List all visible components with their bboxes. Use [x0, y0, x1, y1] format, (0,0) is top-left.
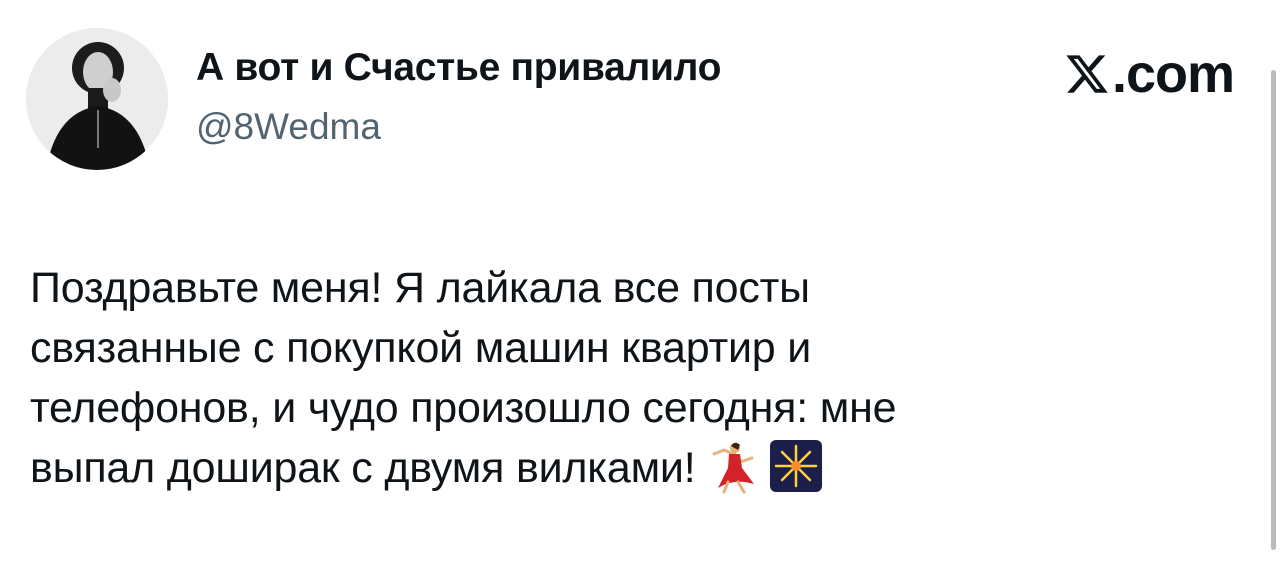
tweet-text-line: Поздравьте меня! Я лайкала все посты [30, 264, 810, 312]
fireworks-emoji-icon [768, 438, 824, 494]
avatar[interactable] [26, 28, 168, 170]
tweet-text: Поздравьте меня! Я лайкала все посты свя… [30, 258, 1130, 498]
tweet-text-line-last: выпал доширак с двумя вилками! [30, 438, 1130, 498]
brand-domain: .com [1111, 44, 1235, 104]
tweet-text-line: выпал доширак с двумя вилками! [30, 444, 696, 492]
scrollbar[interactable] [1271, 70, 1276, 550]
author-handle[interactable]: @8Wedma [196, 106, 381, 148]
tweet-text-line: телефонов, и чудо произошло сегодня: мне [30, 384, 897, 432]
x-brand-watermark: .com [1064, 44, 1235, 104]
dancer-emoji-icon [704, 438, 760, 494]
x-logo-icon [1066, 55, 1108, 93]
tweet-text-line: связанные с покупкой машин квартир и [30, 324, 812, 372]
author-name[interactable]: А вот и Счастье привалило [196, 46, 721, 90]
